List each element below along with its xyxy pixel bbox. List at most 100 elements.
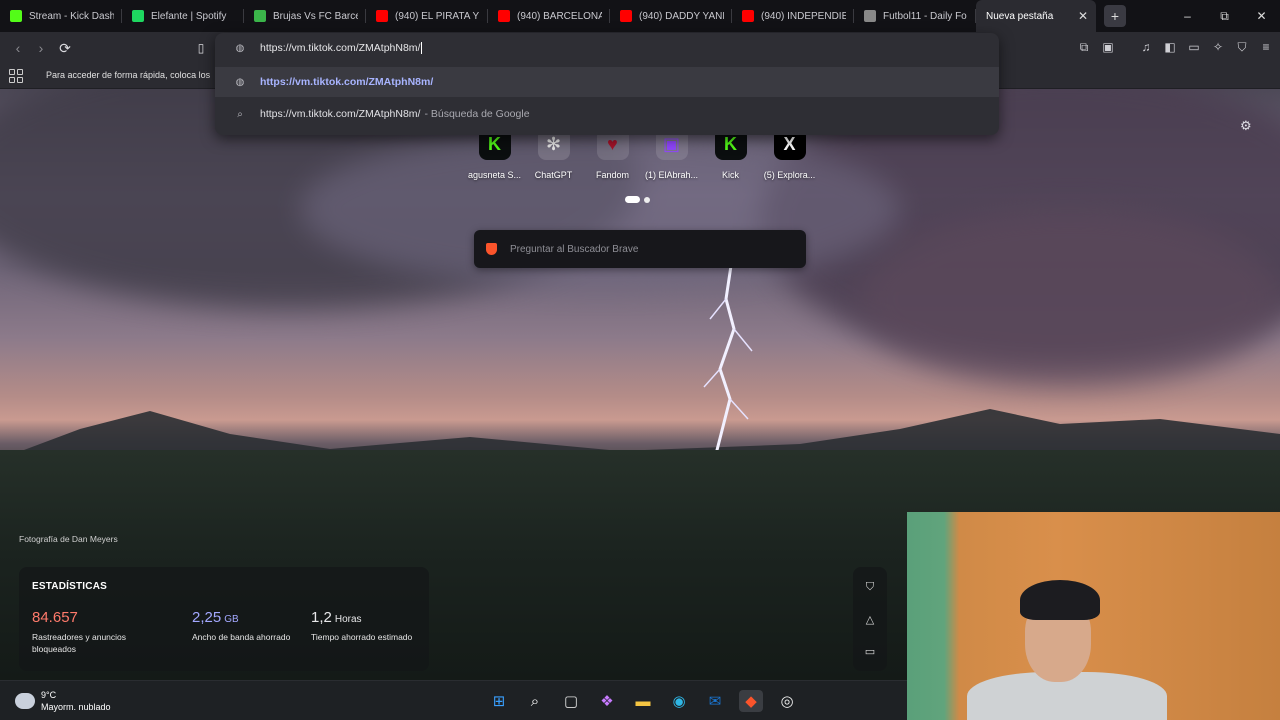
kick-icon: [10, 10, 22, 22]
suggestion-text: https://vm.tiktok.com/ZMAtphN8m/: [260, 76, 434, 88]
weather-temp: 9°C: [41, 690, 57, 700]
widget-side-buttons: ⛉ △ ▭: [853, 567, 887, 671]
address-input[interactable]: https://vm.tiktok.com/ZMAtphN8m/: [260, 42, 420, 54]
youtube-icon: [376, 10, 388, 22]
tab-title: Brujas Vs FC Barcel: [273, 10, 358, 22]
site-label: Kick: [721, 170, 739, 180]
minimize-button[interactable]: –: [1169, 0, 1206, 32]
tab-strip: Stream - Kick Dashb Elefante | Spotify Bru…: [0, 0, 1280, 32]
brave-shield-icon[interactable]: ⛉: [866, 581, 874, 594]
search-icon: ⌕: [237, 108, 243, 120]
news-icon[interactable]: ▭: [865, 645, 875, 658]
site-label: agusneta S...: [467, 170, 522, 180]
top-site-tile[interactable]: ▣ (1) ElAbrah...: [643, 128, 700, 180]
task-view-icon[interactable]: ▢: [559, 690, 583, 712]
toolbar-right-icons: ⧉ ▣ ♫ ◧ ▭ ✧ ⛉ ≡: [1076, 37, 1274, 57]
stat-trackers: 84.657 Rastreadores y anuncios bloqueado…: [32, 609, 142, 655]
back-button[interactable]: ‹: [8, 38, 28, 58]
omnibox-dropdown: ◍ https://vm.tiktok.com/ZMAtphN8m/ ◍ htt…: [215, 33, 999, 135]
futbol11-icon: [864, 10, 876, 22]
top-sites-pager: [625, 196, 650, 203]
top-site-tile[interactable]: ✻ ChatGPT: [525, 128, 582, 180]
window-controls: – ⧉ ✕: [1169, 0, 1280, 32]
maximize-button[interactable]: ⧉: [1206, 0, 1243, 32]
tab-item[interactable]: Brujas Vs FC Barcel: [244, 0, 366, 32]
tab-item[interactable]: (940) DADDY YANK: [610, 0, 732, 32]
reload-button[interactable]: ⟳: [55, 38, 75, 58]
wallet-icon[interactable]: ▭: [1186, 37, 1202, 57]
bookmarks-hint: Para acceder de forma rápida, coloca los: [46, 70, 211, 80]
stat-desc: Rastreadores y anuncios bloqueados: [32, 632, 127, 654]
windows-start-icon[interactable]: ⊞: [487, 690, 511, 712]
stat-value: 84.657: [32, 609, 78, 626]
close-window-button[interactable]: ✕: [1243, 0, 1280, 32]
brave-search-box[interactable]: Preguntar al Buscador Brave: [474, 230, 806, 268]
forward-button[interactable]: ›: [31, 38, 51, 58]
close-tab-icon[interactable]: ✕: [1078, 9, 1088, 23]
site-label: ChatGPT: [534, 170, 573, 180]
omnibox-suggestion-search[interactable]: ⌕ https://vm.tiktok.com/ZMAtphN8m/ - Bús…: [215, 99, 999, 129]
apps-grid-icon[interactable]: [9, 69, 23, 83]
stat-bandwidth: 2,25 GB Ancho de banda ahorrado: [192, 609, 302, 643]
weather-widget[interactable]: 9°C Mayorm. nublado: [15, 689, 111, 713]
top-sites: Kagusneta S... ✻ ChatGPT ♥ Fandom ▣ (1) ElAbra…: [466, 128, 818, 180]
taskbar-apps: ⊞ ⌕ ▢ ❖ ▬ ◉ ✉ ◆ ◎: [487, 690, 799, 712]
shield-icon[interactable]: ⛉: [1234, 37, 1250, 57]
sidebar-icon[interactable]: ◧: [1162, 37, 1178, 57]
extensions-icon[interactable]: ⧉: [1076, 37, 1092, 57]
youtube-icon: [742, 10, 754, 22]
tab-title: Nueva pestaña: [986, 10, 1054, 22]
stat-desc: Ancho de banda ahorrado: [192, 632, 291, 642]
bookmark-icon[interactable]: ▯: [191, 38, 211, 58]
suggestion-suffix: - Búsqueda de Google: [424, 108, 530, 120]
brave-icon[interactable]: ◆: [739, 690, 763, 712]
tab-item[interactable]: (940) EL PIRATA Y E: [366, 0, 488, 32]
tab-list: Stream - Kick Dashb Elefante | Spotify Bru…: [0, 0, 976, 32]
tab-item[interactable]: Elefante | Spotify: [122, 0, 244, 32]
media-icon[interactable]: ♫: [1138, 37, 1154, 57]
settings-gear-icon[interactable]: ⚙: [1240, 118, 1252, 134]
search-icon[interactable]: ⌕: [523, 690, 547, 712]
vpn-icon[interactable]: △: [866, 613, 874, 626]
top-site-tile[interactable]: X (5) Explora...: [761, 128, 818, 180]
search-placeholder: Preguntar al Buscador Brave: [510, 243, 639, 255]
tab-item[interactable]: (940) INDEPENDIEN: [732, 0, 854, 32]
obs-icon[interactable]: ◎: [775, 690, 799, 712]
tab-item[interactable]: Futbol11 - Daily Fo: [854, 0, 976, 32]
tab-item[interactable]: (940) BARCELONA: [488, 0, 610, 32]
pager-dot-active[interactable]: [625, 196, 640, 203]
omnibox-suggestion-url[interactable]: ◍ https://vm.tiktok.com/ZMAtphN8m/: [215, 67, 999, 97]
copilot-icon[interactable]: ❖: [595, 690, 619, 712]
tab-item[interactable]: Stream - Kick Dashb: [0, 0, 122, 32]
tab-search-icon[interactable]: ▣: [1100, 37, 1116, 57]
stat-desc: Tiempo ahorrado estimado: [311, 632, 413, 642]
edge-icon[interactable]: ◉: [667, 690, 691, 712]
top-site-tile[interactable]: Kagusneta S...: [466, 128, 523, 180]
outlook-icon[interactable]: ✉: [703, 690, 727, 712]
leo-icon[interactable]: ✧: [1210, 37, 1226, 57]
stats-heading: ESTADÍSTICAS: [32, 581, 107, 592]
tab-title: Stream - Kick Dashb: [29, 10, 114, 22]
tab-title: Elefante | Spotify: [151, 10, 227, 22]
site-label: Fandom: [595, 170, 630, 180]
tab-title: Futbol11 - Daily Fo: [883, 10, 967, 22]
menu-icon[interactable]: ≡: [1258, 37, 1274, 57]
globe-icon: ◍: [235, 42, 245, 54]
tab-title: (940) DADDY YANK: [639, 10, 724, 22]
top-site-tile[interactable]: K Kick: [702, 128, 759, 180]
photo-credit[interactable]: Fotografía de Dan Meyers: [19, 534, 118, 544]
stat-value: 2,25: [192, 609, 222, 626]
file-explorer-icon[interactable]: ▬: [631, 690, 655, 712]
top-site-tile[interactable]: ♥ Fandom: [584, 128, 641, 180]
spotify-icon: [132, 10, 144, 22]
stat-value: 1,2: [311, 609, 332, 626]
site-label: (5) Explora...: [763, 170, 816, 180]
address-bar[interactable]: ◍ https://vm.tiktok.com/ZMAtphN8m/: [215, 33, 999, 63]
stat-time: 1,2 Horas Tiempo ahorrado estimado: [311, 609, 421, 643]
tab-active[interactable]: Nueva pestaña ✕: [976, 0, 1096, 32]
youtube-icon: [620, 10, 632, 22]
pager-dot[interactable]: [644, 197, 650, 203]
stats-widget: ESTADÍSTICAS 84.657 Rastreadores y anunc…: [19, 567, 429, 671]
youtube-icon: [498, 10, 510, 22]
new-tab-button[interactable]: +: [1104, 5, 1126, 27]
